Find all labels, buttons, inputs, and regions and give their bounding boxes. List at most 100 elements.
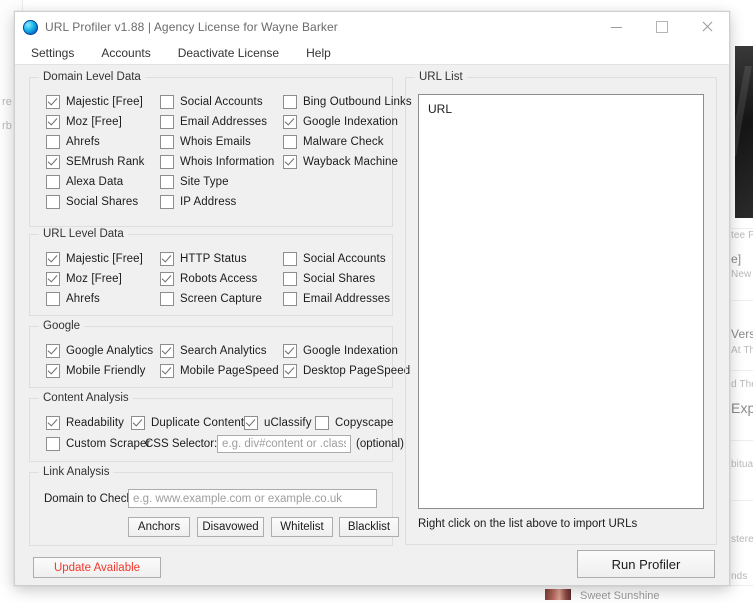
minimize-button[interactable] (594, 12, 639, 42)
checkbox-http-status[interactable]: HTTP Status (160, 252, 247, 266)
checkbox-custom-scraper[interactable]: Custom Scraper (46, 437, 150, 451)
checkbox-box (160, 252, 174, 266)
checkbox-readability[interactable]: Readability (46, 416, 124, 430)
checkbox-google-analytics[interactable]: Google Analytics (46, 344, 153, 358)
group-link-analysis: Link Analysis Domain to Check: Anchors D… (29, 472, 393, 546)
checkbox-box (283, 155, 297, 169)
checkbox-label: Screen Capture (180, 293, 262, 305)
checkbox-box (283, 95, 297, 109)
checkbox-semrush-rank[interactable]: SEMrush Rank (46, 155, 145, 169)
checkbox-site-type[interactable]: Site Type (160, 175, 229, 189)
url-list-item[interactable]: URL (428, 102, 452, 116)
url-listbox[interactable]: URL (418, 94, 704, 509)
maximize-icon (656, 21, 668, 33)
checkbox-label: Google Indexation (303, 116, 398, 128)
checkbox-label: Social Shares (303, 273, 375, 285)
url-profiler-window: URL Profiler v1.88 | Agency License for … (14, 11, 730, 586)
checkbox-google-indexation-domain[interactable]: Google Indexation (283, 115, 398, 129)
checkbox-bing-outbound-links[interactable]: Bing Outbound Links (283, 95, 412, 109)
checkbox-label: IP Address (180, 196, 236, 208)
checkbox-duplicate-content[interactable]: Duplicate Content (131, 416, 244, 430)
checkbox-screen-capture[interactable]: Screen Capture (160, 292, 262, 306)
checkbox-mobile-pagespeed[interactable]: Mobile PageSpeed (160, 364, 279, 378)
disavowed-button[interactable]: Disavowed (197, 517, 264, 537)
checkbox-social-accounts-url[interactable]: Social Accounts (283, 252, 386, 266)
checkbox-label: Readability (66, 417, 124, 429)
menu-item-settings[interactable]: Settings (29, 44, 76, 62)
title-bar[interactable]: URL Profiler v1.88 | Agency License for … (15, 12, 729, 42)
menu-item-accounts[interactable]: Accounts (99, 44, 152, 62)
blacklist-button[interactable]: Blacklist (339, 517, 399, 537)
update-available-button[interactable]: Update Available (33, 557, 161, 578)
checkbox-copyscape[interactable]: Copyscape (315, 416, 393, 430)
checkbox-box (283, 115, 297, 129)
checkbox-robots-access[interactable]: Robots Access (160, 272, 257, 286)
checkbox-email-addresses-domain[interactable]: Email Addresses (160, 115, 267, 129)
checkbox-label: Social Accounts (180, 96, 263, 108)
checkbox-google-indexation-google[interactable]: Google Indexation (283, 344, 398, 358)
checkbox-box (160, 292, 174, 306)
checkbox-label: Wayback Machine (303, 156, 398, 168)
checkbox-whois-emails[interactable]: Whois Emails (160, 135, 251, 149)
checkbox-box (46, 95, 60, 109)
checkbox-ip-address[interactable]: IP Address (160, 195, 236, 209)
checkbox-label: Duplicate Content (151, 417, 244, 429)
menu-item-deactivate-license[interactable]: Deactivate License (176, 44, 281, 62)
checkbox-whois-information[interactable]: Whois Information (160, 155, 274, 169)
checkbox-social-shares-url[interactable]: Social Shares (283, 272, 375, 286)
checkbox-majestic-free-url[interactable]: Majestic [Free] (46, 252, 143, 266)
checkbox-social-shares-domain[interactable]: Social Shares (46, 195, 138, 209)
checkbox-box (283, 135, 297, 149)
checkbox-desktop-pagespeed[interactable]: Desktop PageSpeed (283, 364, 410, 378)
window-title: URL Profiler v1.88 | Agency License for … (45, 20, 338, 34)
menu-item-help[interactable]: Help (304, 44, 333, 62)
checkbox-box (46, 437, 60, 451)
checkbox-label: Email Addresses (303, 293, 390, 305)
checkbox-email-addresses-url[interactable]: Email Addresses (283, 292, 390, 306)
background-text-fragment: d The (731, 379, 753, 390)
anchors-button[interactable]: Anchors (128, 517, 190, 537)
group-google: Google Google Analytics Mobile Friendly … (29, 326, 393, 388)
checkbox-ahrefs-domain[interactable]: Ahrefs (46, 135, 100, 149)
checkbox-label: Majestic [Free] (66, 253, 143, 265)
checkbox-label: Majestic [Free] (66, 96, 143, 108)
group-url-level-data: URL Level Data Majestic [Free] Moz [Free… (29, 234, 393, 316)
checkbox-box (131, 416, 145, 430)
checkbox-box (244, 416, 258, 430)
checkbox-ahrefs-url[interactable]: Ahrefs (46, 292, 100, 306)
checkbox-box (160, 135, 174, 149)
background-item-label: Sweet Sunshine (580, 590, 660, 602)
checkbox-box (160, 95, 174, 109)
checkbox-malware-check[interactable]: Malware Check (283, 135, 384, 149)
checkbox-uclassify[interactable]: uClassify (244, 416, 312, 430)
close-button[interactable] (684, 12, 729, 42)
checkbox-moz-free-url[interactable]: Moz [Free] (46, 272, 122, 286)
checkbox-label: Desktop PageSpeed (303, 365, 410, 377)
background-thumbnail-image (545, 589, 571, 600)
css-selector-label: CSS Selector: (145, 438, 217, 450)
checkbox-majestic-free-domain[interactable]: Majestic [Free] (46, 95, 143, 109)
checkbox-box (46, 115, 60, 129)
whitelist-button[interactable]: Whitelist (271, 517, 333, 537)
checkbox-social-accounts-domain[interactable]: Social Accounts (160, 95, 263, 109)
run-profiler-button[interactable]: Run Profiler (577, 550, 715, 578)
checkbox-box (46, 252, 60, 266)
maximize-button[interactable] (639, 12, 684, 42)
group-content-analysis: Content Analysis Readability Duplicate C… (29, 398, 393, 462)
checkbox-wayback-machine[interactable]: Wayback Machine (283, 155, 398, 169)
checkbox-label: Copyscape (335, 417, 393, 429)
checkbox-box (160, 364, 174, 378)
background-text-fragment: At Th (731, 345, 753, 356)
domain-to-check-input[interactable] (128, 489, 377, 508)
css-selector-input[interactable] (217, 435, 351, 453)
window-controls (594, 12, 729, 42)
checkbox-search-analytics[interactable]: Search Analytics (160, 344, 267, 358)
checkbox-box (283, 272, 297, 286)
checkbox-box (46, 344, 60, 358)
background-dark-banner-image (735, 46, 753, 218)
group-url-list: URL List URL Right click on the list abo… (405, 77, 717, 545)
checkbox-alexa-data[interactable]: Alexa Data (46, 175, 123, 189)
checkbox-mobile-friendly[interactable]: Mobile Friendly (46, 364, 145, 378)
checkbox-box (46, 272, 60, 286)
checkbox-moz-free-domain[interactable]: Moz [Free] (46, 115, 122, 129)
